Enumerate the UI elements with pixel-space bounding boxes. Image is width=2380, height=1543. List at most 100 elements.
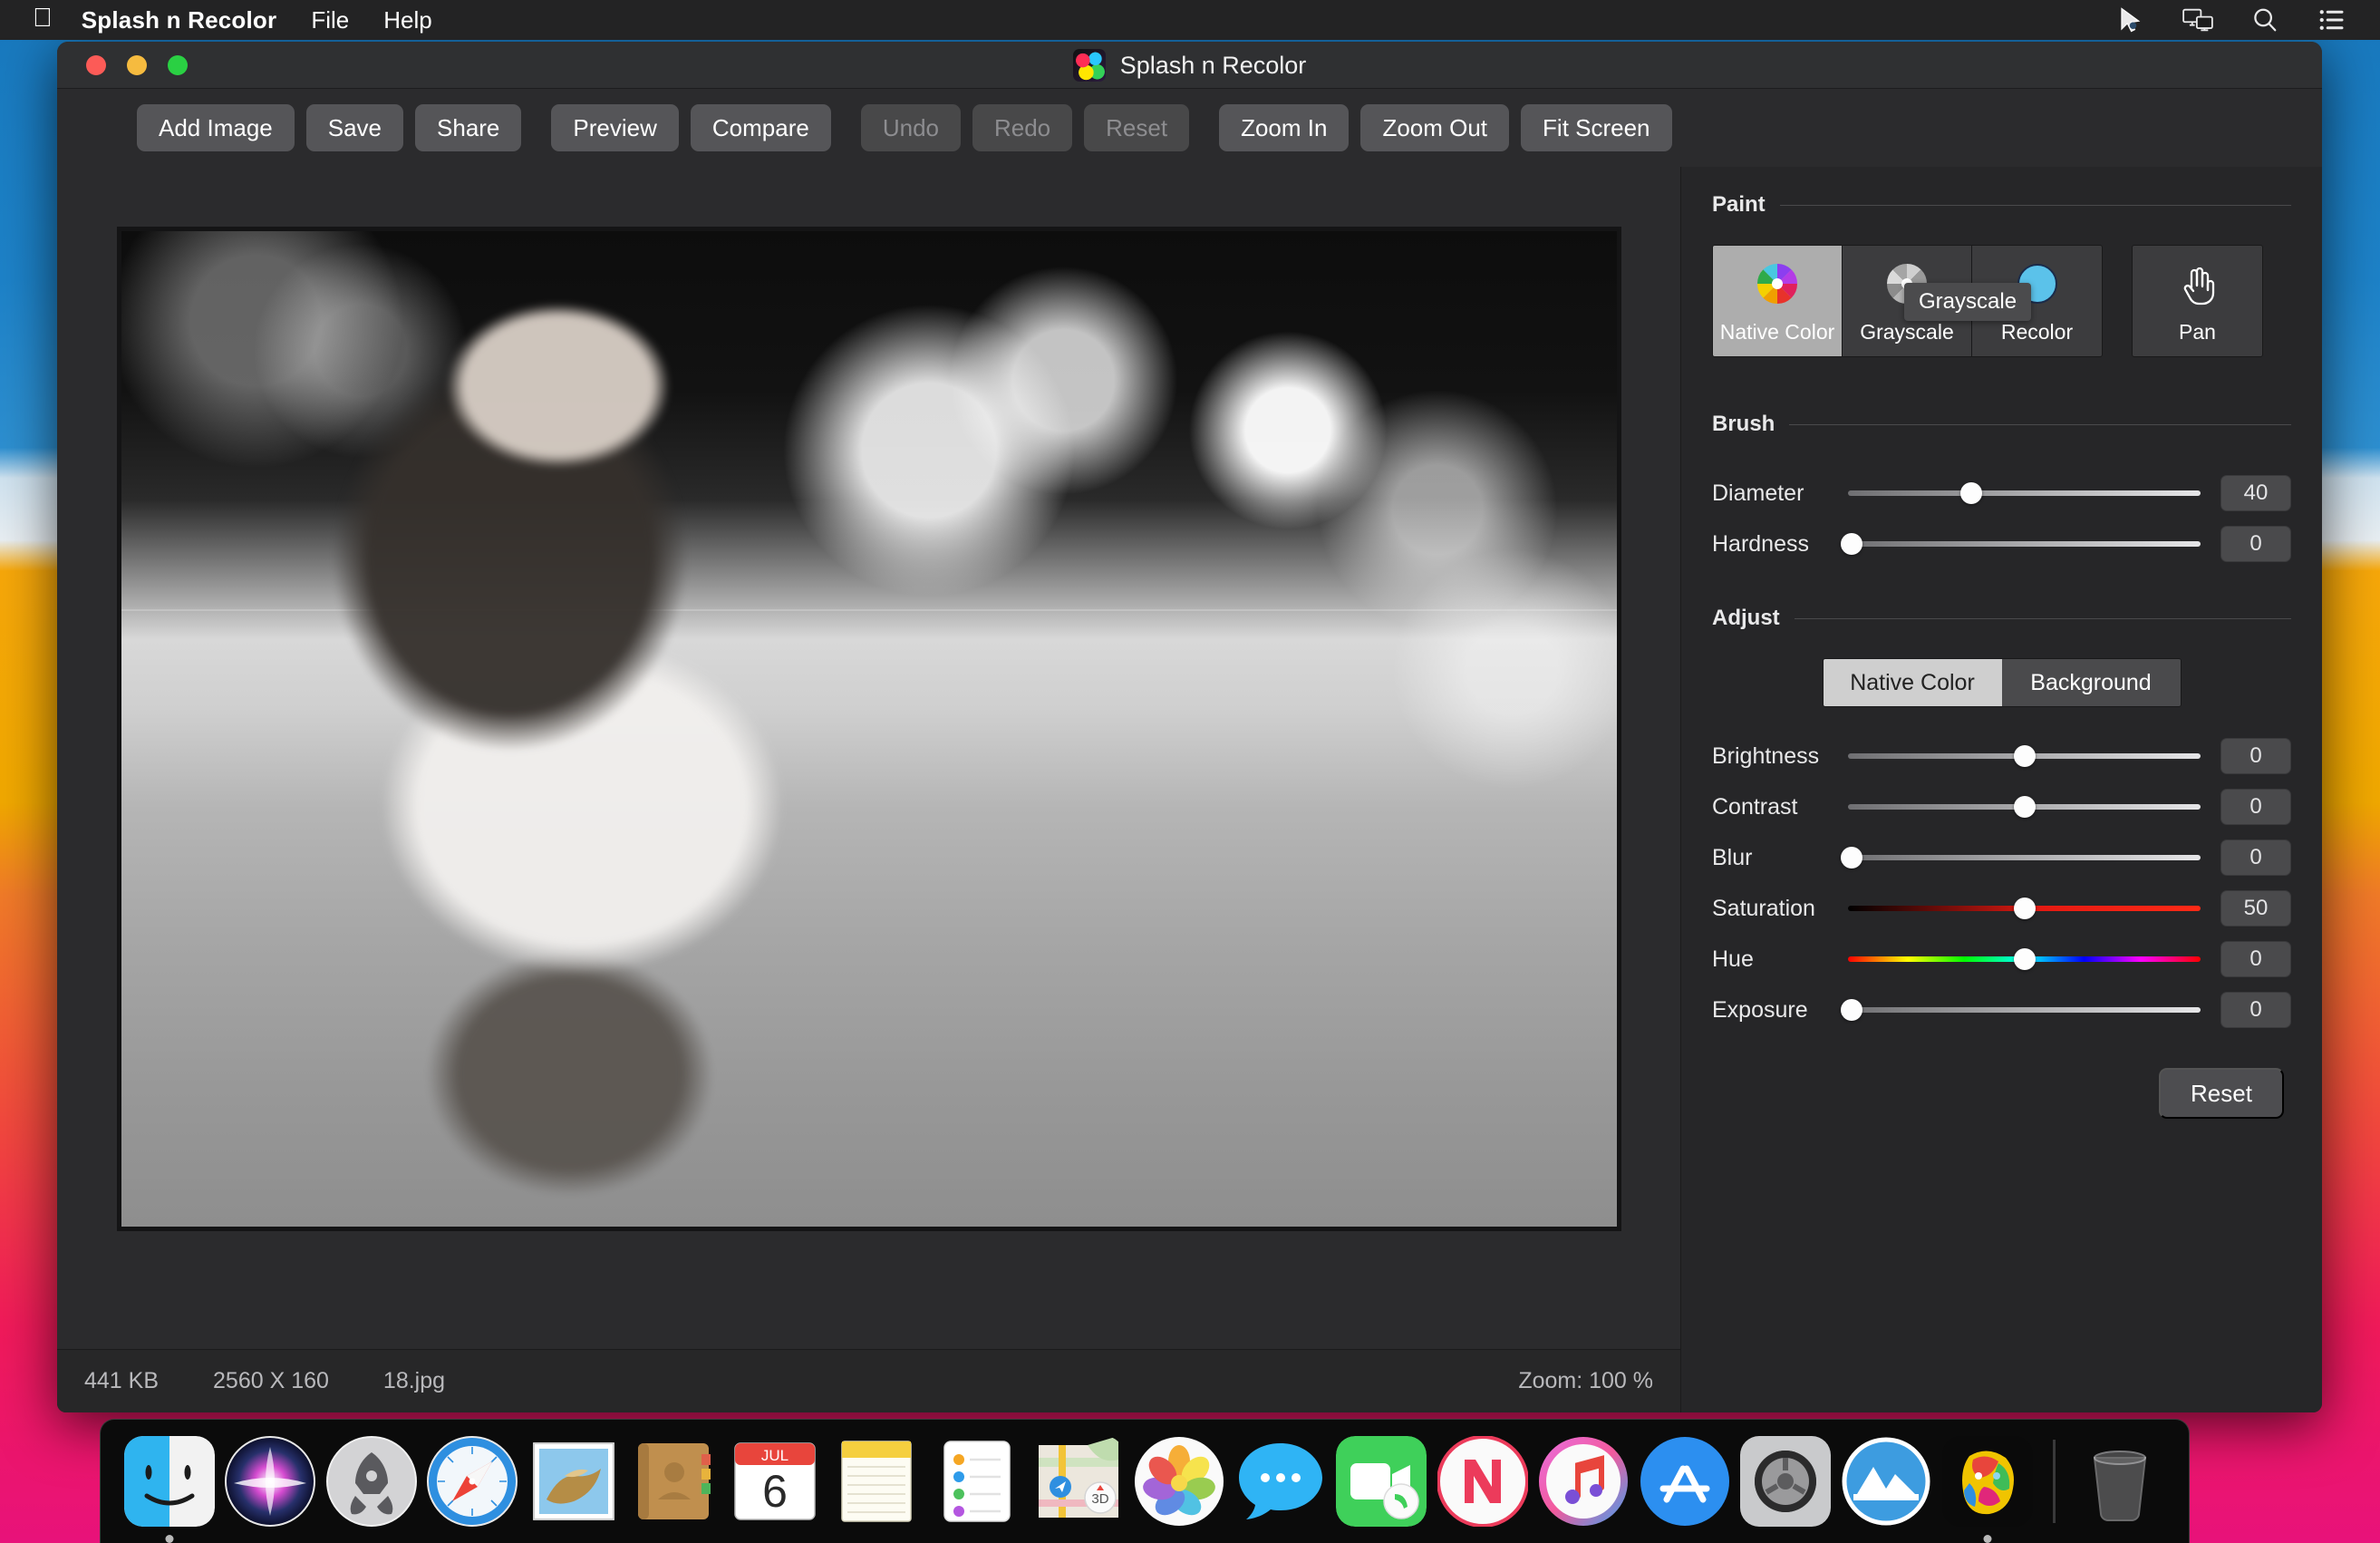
- dock-item-trash[interactable]: [2070, 1431, 2171, 1532]
- zoom-in-button[interactable]: Zoom In: [1219, 104, 1350, 151]
- contrast-slider-track[interactable]: [1848, 796, 2201, 818]
- saturation-slider-knob[interactable]: [2013, 898, 2036, 919]
- diameter-slider-knob[interactable]: [1960, 482, 1983, 504]
- diameter-slider-track[interactable]: [1848, 482, 2201, 504]
- dock-item-reminders[interactable]: [927, 1431, 1028, 1532]
- dock-item-splash-n-recolor[interactable]: [1937, 1431, 2037, 1543]
- adjust-reset-button[interactable]: Reset: [2159, 1068, 2284, 1119]
- adjust-target-segmented: Native Color Background: [1712, 658, 2291, 707]
- slider-row-brightness: Brightness 0: [1712, 731, 2291, 781]
- exposure-slider-track[interactable]: [1840, 999, 2201, 1021]
- undo-button[interactable]: Undo: [860, 104, 961, 151]
- exposure-value[interactable]: 0: [2220, 992, 2291, 1028]
- brightness-slider-track[interactable]: [1848, 745, 2201, 767]
- blur-slider-track[interactable]: [1840, 847, 2201, 869]
- segment-native-color[interactable]: Native Color: [1823, 659, 2002, 706]
- toolbar-group-zoom: Zoom In Zoom Out Fit Screen: [1219, 104, 1672, 151]
- dock-item-siri[interactable]: [219, 1431, 320, 1532]
- image-canvas[interactable]: [116, 227, 1621, 1231]
- reset-button[interactable]: Reset: [1084, 104, 1190, 151]
- apple-menu-icon[interactable]: : [33, 5, 53, 32]
- brush-section-title: Brush: [1712, 412, 1775, 436]
- hue-slider-track[interactable]: [1848, 948, 2201, 970]
- blur-slider-knob[interactable]: [1840, 847, 1862, 869]
- dock: JUL 6 3D: [100, 1419, 2190, 1543]
- hue-value[interactable]: 0: [2220, 941, 2291, 977]
- dock-item-system-preferences[interactable]: [1735, 1431, 1835, 1532]
- toolbar-group-file: Add Image Save Share: [137, 104, 522, 151]
- menu-item-file[interactable]: File: [311, 6, 349, 34]
- saturation-value[interactable]: 50: [2220, 890, 2291, 927]
- hardness-slider-track[interactable]: [1840, 533, 2201, 555]
- menu-app-title[interactable]: Splash n Recolor: [82, 6, 277, 34]
- hand-pan-icon: [2172, 258, 2223, 309]
- hardness-value[interactable]: 0: [2220, 526, 2291, 562]
- zoom-out-button[interactable]: Zoom Out: [1360, 104, 1510, 151]
- canvas-area[interactable]: [57, 167, 1680, 1349]
- slider-row-hardness: Hardness 0: [1712, 519, 2291, 569]
- brightness-label: Brightness: [1712, 742, 1820, 769]
- dock-item-cleanmymac[interactable]: [1836, 1431, 1937, 1532]
- slider-row-diameter: Diameter 40: [1712, 468, 2291, 519]
- dock-item-facetime[interactable]: [1330, 1431, 1431, 1532]
- hue-slider-knob[interactable]: [2013, 948, 2036, 970]
- menu-bar:  Splash n Recolor File Help: [0, 0, 2380, 40]
- saturation-label: Saturation: [1712, 895, 1815, 921]
- redo-button[interactable]: Redo: [972, 104, 1073, 151]
- hardness-label: Hardness: [1712, 530, 1809, 557]
- paint-tool-native-color[interactable]: Native Color: [1713, 246, 1843, 356]
- dock-item-messages[interactable]: [1230, 1431, 1330, 1532]
- cursor-pointer-icon[interactable]: [2115, 6, 2146, 34]
- slider-row-hue: Hue 0: [1712, 934, 2291, 985]
- adjust-section-title: Adjust: [1712, 606, 1780, 630]
- dock-item-app-store[interactable]: [1634, 1431, 1735, 1532]
- dock-item-photos[interactable]: [1129, 1431, 1230, 1532]
- window-title-group: Splash n Recolor: [57, 42, 2322, 89]
- dock-item-maps[interactable]: 3D: [1028, 1431, 1128, 1532]
- hardness-slider-knob[interactable]: [1840, 533, 1862, 555]
- spotlight-search-icon[interactable]: [2249, 6, 2280, 34]
- dock-item-launchpad[interactable]: [321, 1431, 421, 1532]
- running-indicator: [1983, 1535, 1992, 1543]
- segment-background[interactable]: Background: [2001, 659, 2181, 706]
- menu-item-help[interactable]: Help: [383, 6, 431, 34]
- window-controls: [86, 54, 188, 75]
- brightness-slider-knob[interactable]: [2013, 745, 2036, 767]
- section-divider: [1794, 617, 2291, 619]
- window-title: Splash n Recolor: [1119, 51, 1307, 79]
- adjust-reset-wrapper: Reset: [1712, 1068, 2291, 1119]
- dock-item-safari[interactable]: [421, 1431, 522, 1532]
- preview-button[interactable]: Preview: [551, 104, 679, 151]
- minimize-button[interactable]: [127, 54, 147, 75]
- dock-item-news[interactable]: [1432, 1431, 1533, 1532]
- fit-screen-button[interactable]: Fit Screen: [1521, 104, 1672, 151]
- compare-button[interactable]: Compare: [690, 104, 831, 151]
- share-button[interactable]: Share: [415, 104, 522, 151]
- dock-item-notes[interactable]: [826, 1431, 926, 1532]
- brightness-value[interactable]: 0: [2220, 738, 2291, 774]
- contrast-value[interactable]: 0: [2220, 789, 2291, 825]
- blur-value[interactable]: 0: [2220, 839, 2291, 876]
- pan-tool-label: Pan: [2179, 319, 2216, 344]
- saturation-slider-track[interactable]: [1848, 898, 2201, 919]
- dock-item-finder[interactable]: [119, 1431, 219, 1543]
- screen-mirroring-icon[interactable]: [2182, 6, 2213, 34]
- exposure-slider-knob[interactable]: [1840, 999, 1862, 1021]
- dock-item-mail[interactable]: [523, 1431, 624, 1532]
- control-center-icon[interactable]: [2317, 6, 2347, 34]
- window-titlebar: Splash n Recolor: [57, 42, 2322, 89]
- dock-item-itunes[interactable]: [1533, 1431, 1633, 1532]
- save-button[interactable]: Save: [305, 104, 404, 151]
- close-button[interactable]: [86, 54, 106, 75]
- contrast-slider-knob[interactable]: [2013, 796, 2036, 818]
- dock-item-calendar[interactable]: JUL 6: [725, 1431, 826, 1532]
- diameter-value[interactable]: 40: [2220, 475, 2291, 511]
- canvas-column: 441 KB 2560 X 160 18.jpg Zoom: 100 %: [57, 167, 1681, 1412]
- hue-label: Hue: [1712, 946, 1754, 972]
- paint-section-title: Paint: [1712, 192, 1766, 217]
- paint-tool-pan[interactable]: Pan: [2133, 246, 2262, 356]
- dock-item-contacts[interactable]: [624, 1431, 724, 1532]
- adjust-section-header: Adjust: [1712, 606, 2291, 631]
- zoom-button[interactable]: [168, 54, 188, 75]
- add-image-button[interactable]: Add Image: [137, 104, 295, 151]
